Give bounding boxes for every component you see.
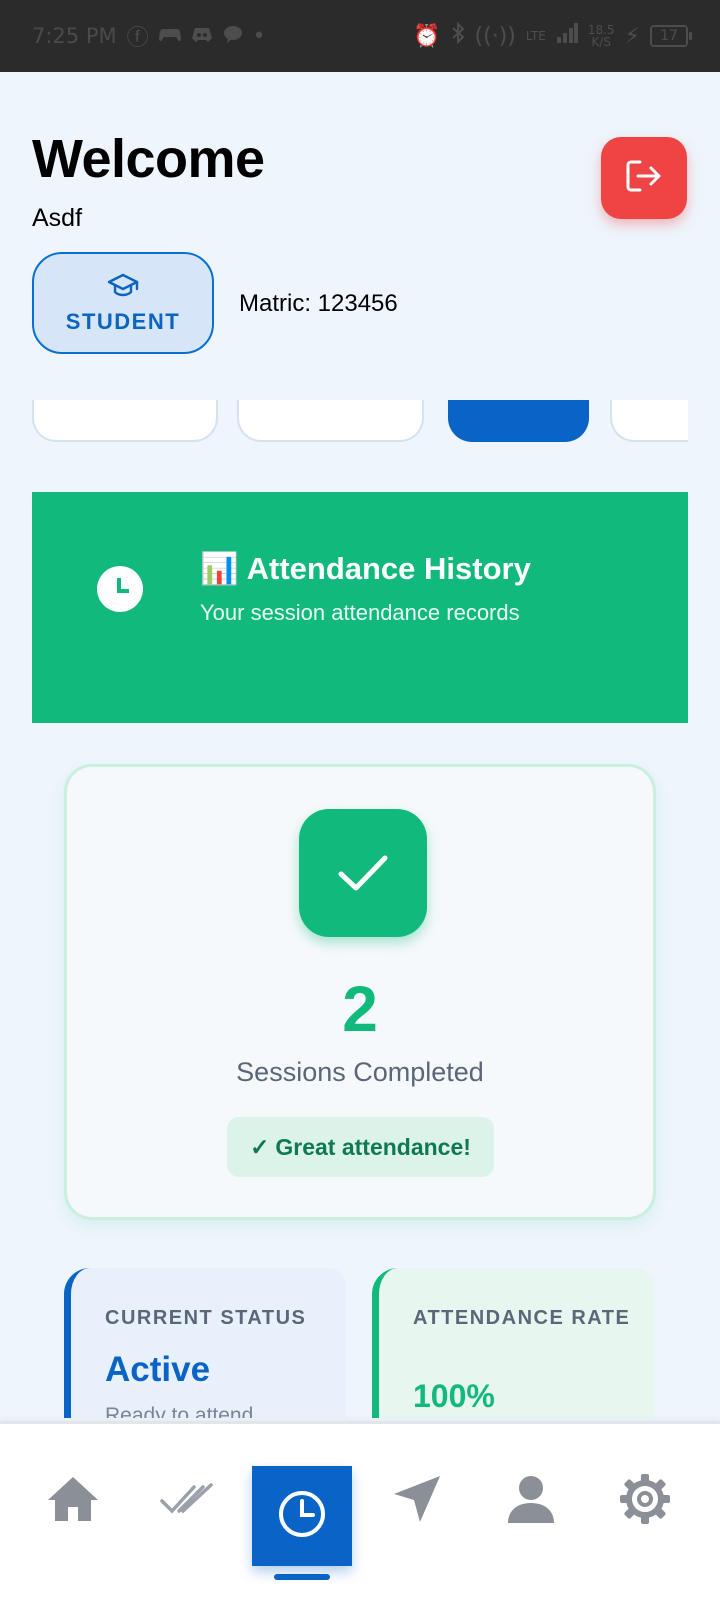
current-status-card: CURRENT STATUS Active Ready to attend	[64, 1268, 346, 1418]
tab-active[interactable]	[448, 400, 589, 442]
user-name: Asdf	[32, 204, 83, 232]
charging-icon: ⚡	[624, 23, 640, 49]
status-bar-right: ⏰ ((·)) LTE 18.5 K/S ⚡ 17	[413, 21, 692, 50]
network-type: LTE	[525, 29, 546, 43]
role-label: STUDENT	[65, 308, 181, 334]
network-speed-unit: K/S	[591, 35, 611, 49]
nav-settings[interactable]	[610, 1466, 680, 1536]
nav-attendance[interactable]	[152, 1466, 222, 1536]
clock-icon	[97, 566, 143, 612]
status-time: 7:25 PM	[32, 24, 117, 48]
banner-subtitle: Your session attendance records	[200, 600, 520, 625]
navigation-arrow-icon	[390, 1472, 444, 1531]
active-tab-indicator	[274, 1574, 330, 1580]
banner-title: 📊 Attendance History	[200, 550, 531, 587]
bar-chart-icon: 📊	[200, 551, 239, 586]
user-icon	[505, 1473, 557, 1530]
attendance-rate-card: ATTENDANCE RATE 100%	[372, 1268, 654, 1418]
nav-location[interactable]	[382, 1466, 452, 1536]
banner-title-text: Attendance History	[246, 550, 531, 586]
signal-icon	[556, 23, 578, 49]
tab-4[interactable]	[610, 400, 688, 442]
bottom-navigation	[0, 1421, 720, 1614]
alarm-icon: ⏰	[413, 23, 441, 49]
role-badge: STUDENT	[32, 252, 214, 354]
praise-check-icon: ✓	[250, 1133, 270, 1160]
graduation-cap-icon	[106, 272, 140, 305]
current-status-sub: Ready to attend	[105, 1404, 254, 1418]
matric-number: Matric: 123456	[239, 290, 398, 317]
attendance-rate-value: 100%	[413, 1378, 495, 1414]
hotspot-icon: ((·))	[474, 23, 516, 49]
more-dot-icon: •	[252, 23, 266, 49]
tab-2[interactable]	[237, 400, 424, 442]
nav-history[interactable]	[252, 1466, 352, 1566]
settings-gear-icon	[619, 1473, 671, 1530]
double-check-icon	[159, 1479, 215, 1524]
discord-icon	[191, 24, 213, 49]
chat-bubble-icon	[223, 24, 243, 49]
battery-indicator: 17	[650, 25, 692, 47]
tab-strip	[32, 400, 688, 444]
logout-icon	[624, 158, 664, 199]
network-speed: 18.5 K/S	[588, 24, 615, 48]
attendance-history-banner: 📊 Attendance History Your session attend…	[32, 492, 688, 723]
bluetooth-icon	[451, 21, 465, 50]
status-bar: 7:25 PM ⓕ • ⏰ ((·)) LTE 18.5 K/S ⚡ 17	[0, 0, 720, 72]
page-title: Welcome	[32, 129, 265, 189]
sessions-summary-card: 2 Sessions Completed ✓ Great attendance!	[64, 764, 656, 1220]
praise-text: Great attendance!	[275, 1133, 471, 1160]
home-icon	[45, 1474, 101, 1529]
sessions-count: 2	[342, 973, 378, 1045]
praise-badge: ✓ Great attendance!	[227, 1117, 494, 1177]
logout-button[interactable]	[601, 137, 687, 219]
nav-home[interactable]	[38, 1466, 108, 1536]
facebook-icon: ⓕ	[126, 26, 149, 51]
attendance-rate-title: ATTENDANCE RATE	[413, 1307, 631, 1329]
checkmark-icon	[299, 809, 427, 937]
current-status-value: Active	[105, 1350, 211, 1389]
status-bar-left: 7:25 PM ⓕ •	[32, 20, 266, 52]
current-status-title: CURRENT STATUS	[105, 1307, 307, 1329]
sessions-label: Sessions Completed	[236, 1057, 484, 1087]
clock-icon	[276, 1488, 328, 1545]
nav-profile[interactable]	[496, 1466, 566, 1536]
game-controller-icon	[158, 24, 181, 49]
tab-1[interactable]	[32, 400, 218, 442]
